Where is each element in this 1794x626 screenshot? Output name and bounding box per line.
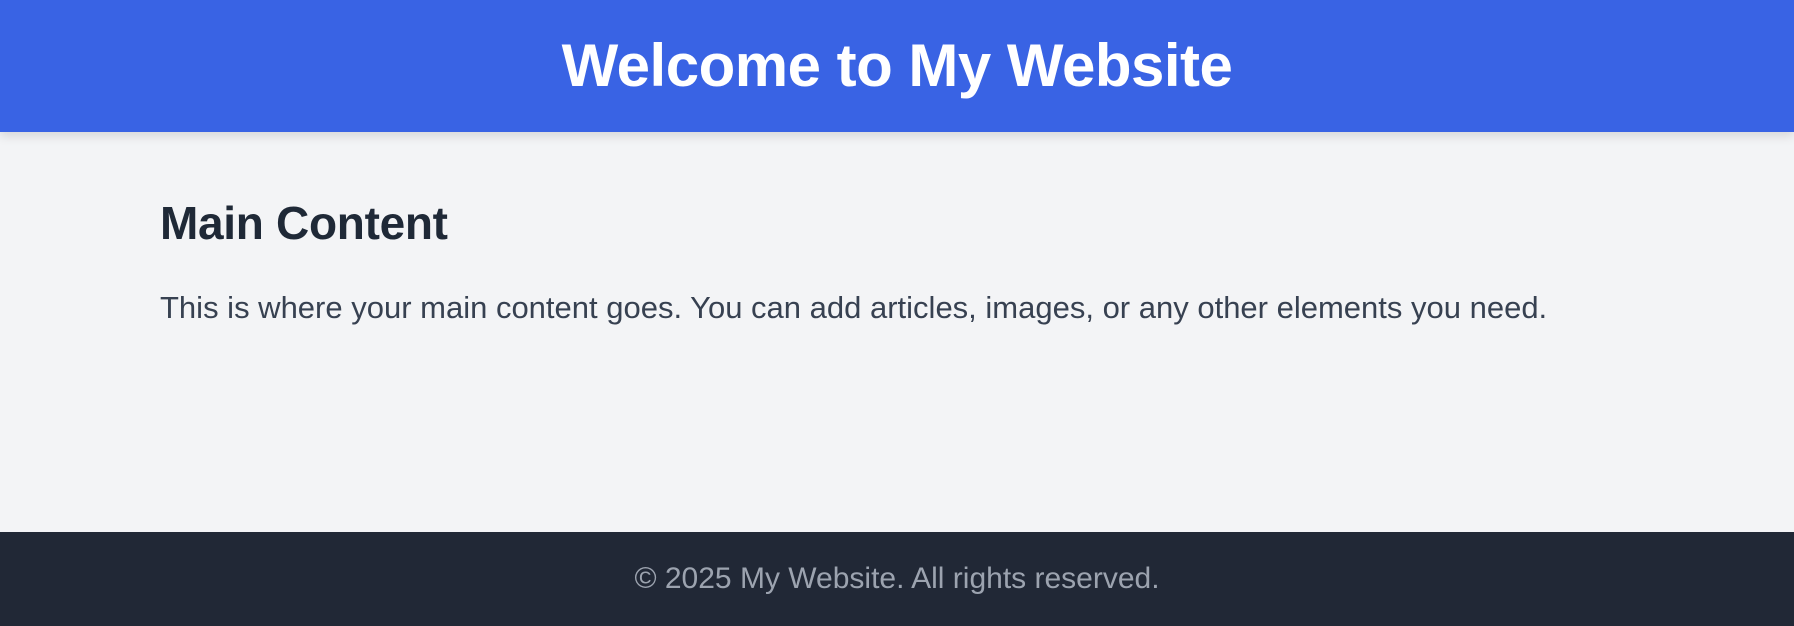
page: Welcome to My Website Main Content This …: [0, 0, 1794, 626]
site-title: Welcome to My Website: [561, 32, 1233, 99]
section-body-text: This is where your main content goes. Yo…: [160, 290, 1548, 326]
main-content: Main Content This is where your main con…: [160, 196, 1640, 328]
footer-copyright: © 2025 My Website. All rights reserved.: [634, 562, 1160, 595]
site-footer: © 2025 My Website. All rights reserved.: [0, 532, 1794, 626]
section-heading: Main Content: [160, 197, 448, 249]
site-header: Welcome to My Website: [0, 0, 1794, 132]
